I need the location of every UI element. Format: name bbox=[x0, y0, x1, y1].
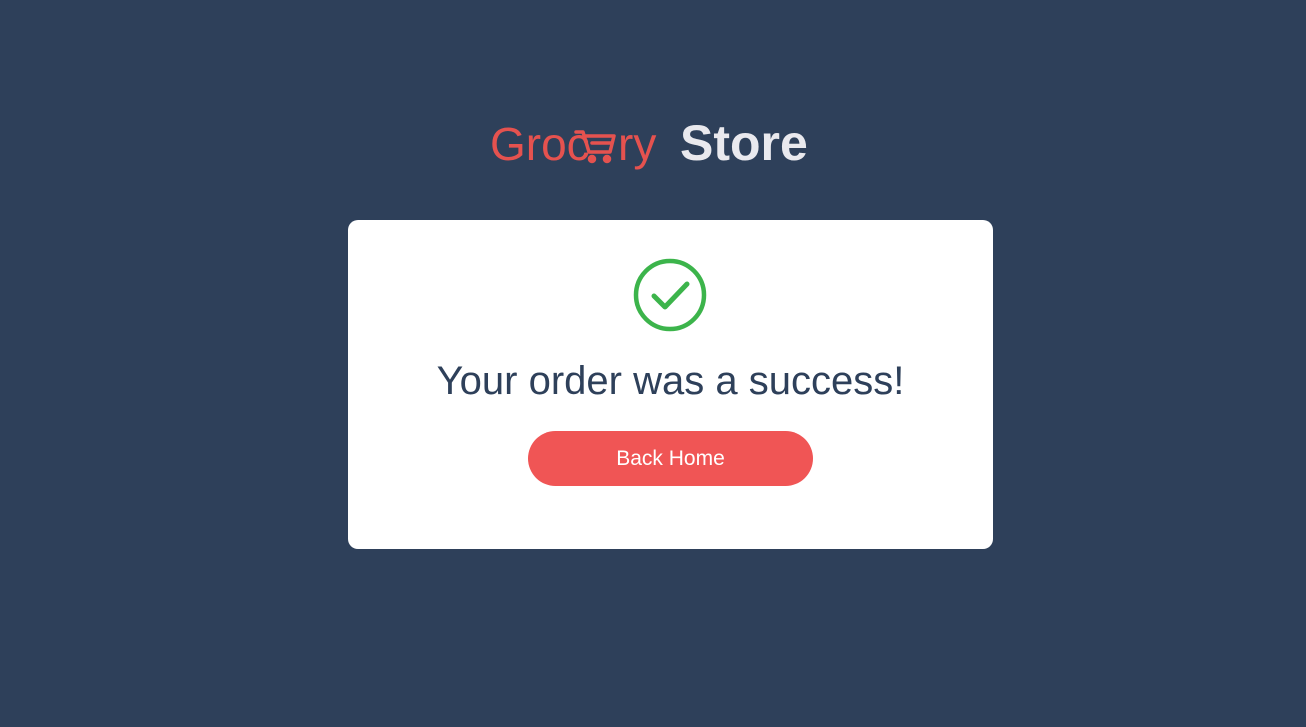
success-card: Your order was a success! Back Home bbox=[348, 220, 993, 549]
logo-text-groc: Groc bbox=[490, 118, 590, 170]
success-message: Your order was a success! bbox=[436, 359, 905, 403]
order-success-page: Groc ry Store Your order was a success! … bbox=[0, 0, 1306, 727]
logo-text-store: Store bbox=[680, 115, 808, 171]
logo-text-ry: ry bbox=[618, 118, 656, 170]
back-home-button[interactable]: Back Home bbox=[528, 431, 813, 486]
grocery-store-logo[interactable]: Groc ry Store bbox=[490, 112, 835, 176]
checkmark-circle-icon bbox=[633, 258, 707, 332]
